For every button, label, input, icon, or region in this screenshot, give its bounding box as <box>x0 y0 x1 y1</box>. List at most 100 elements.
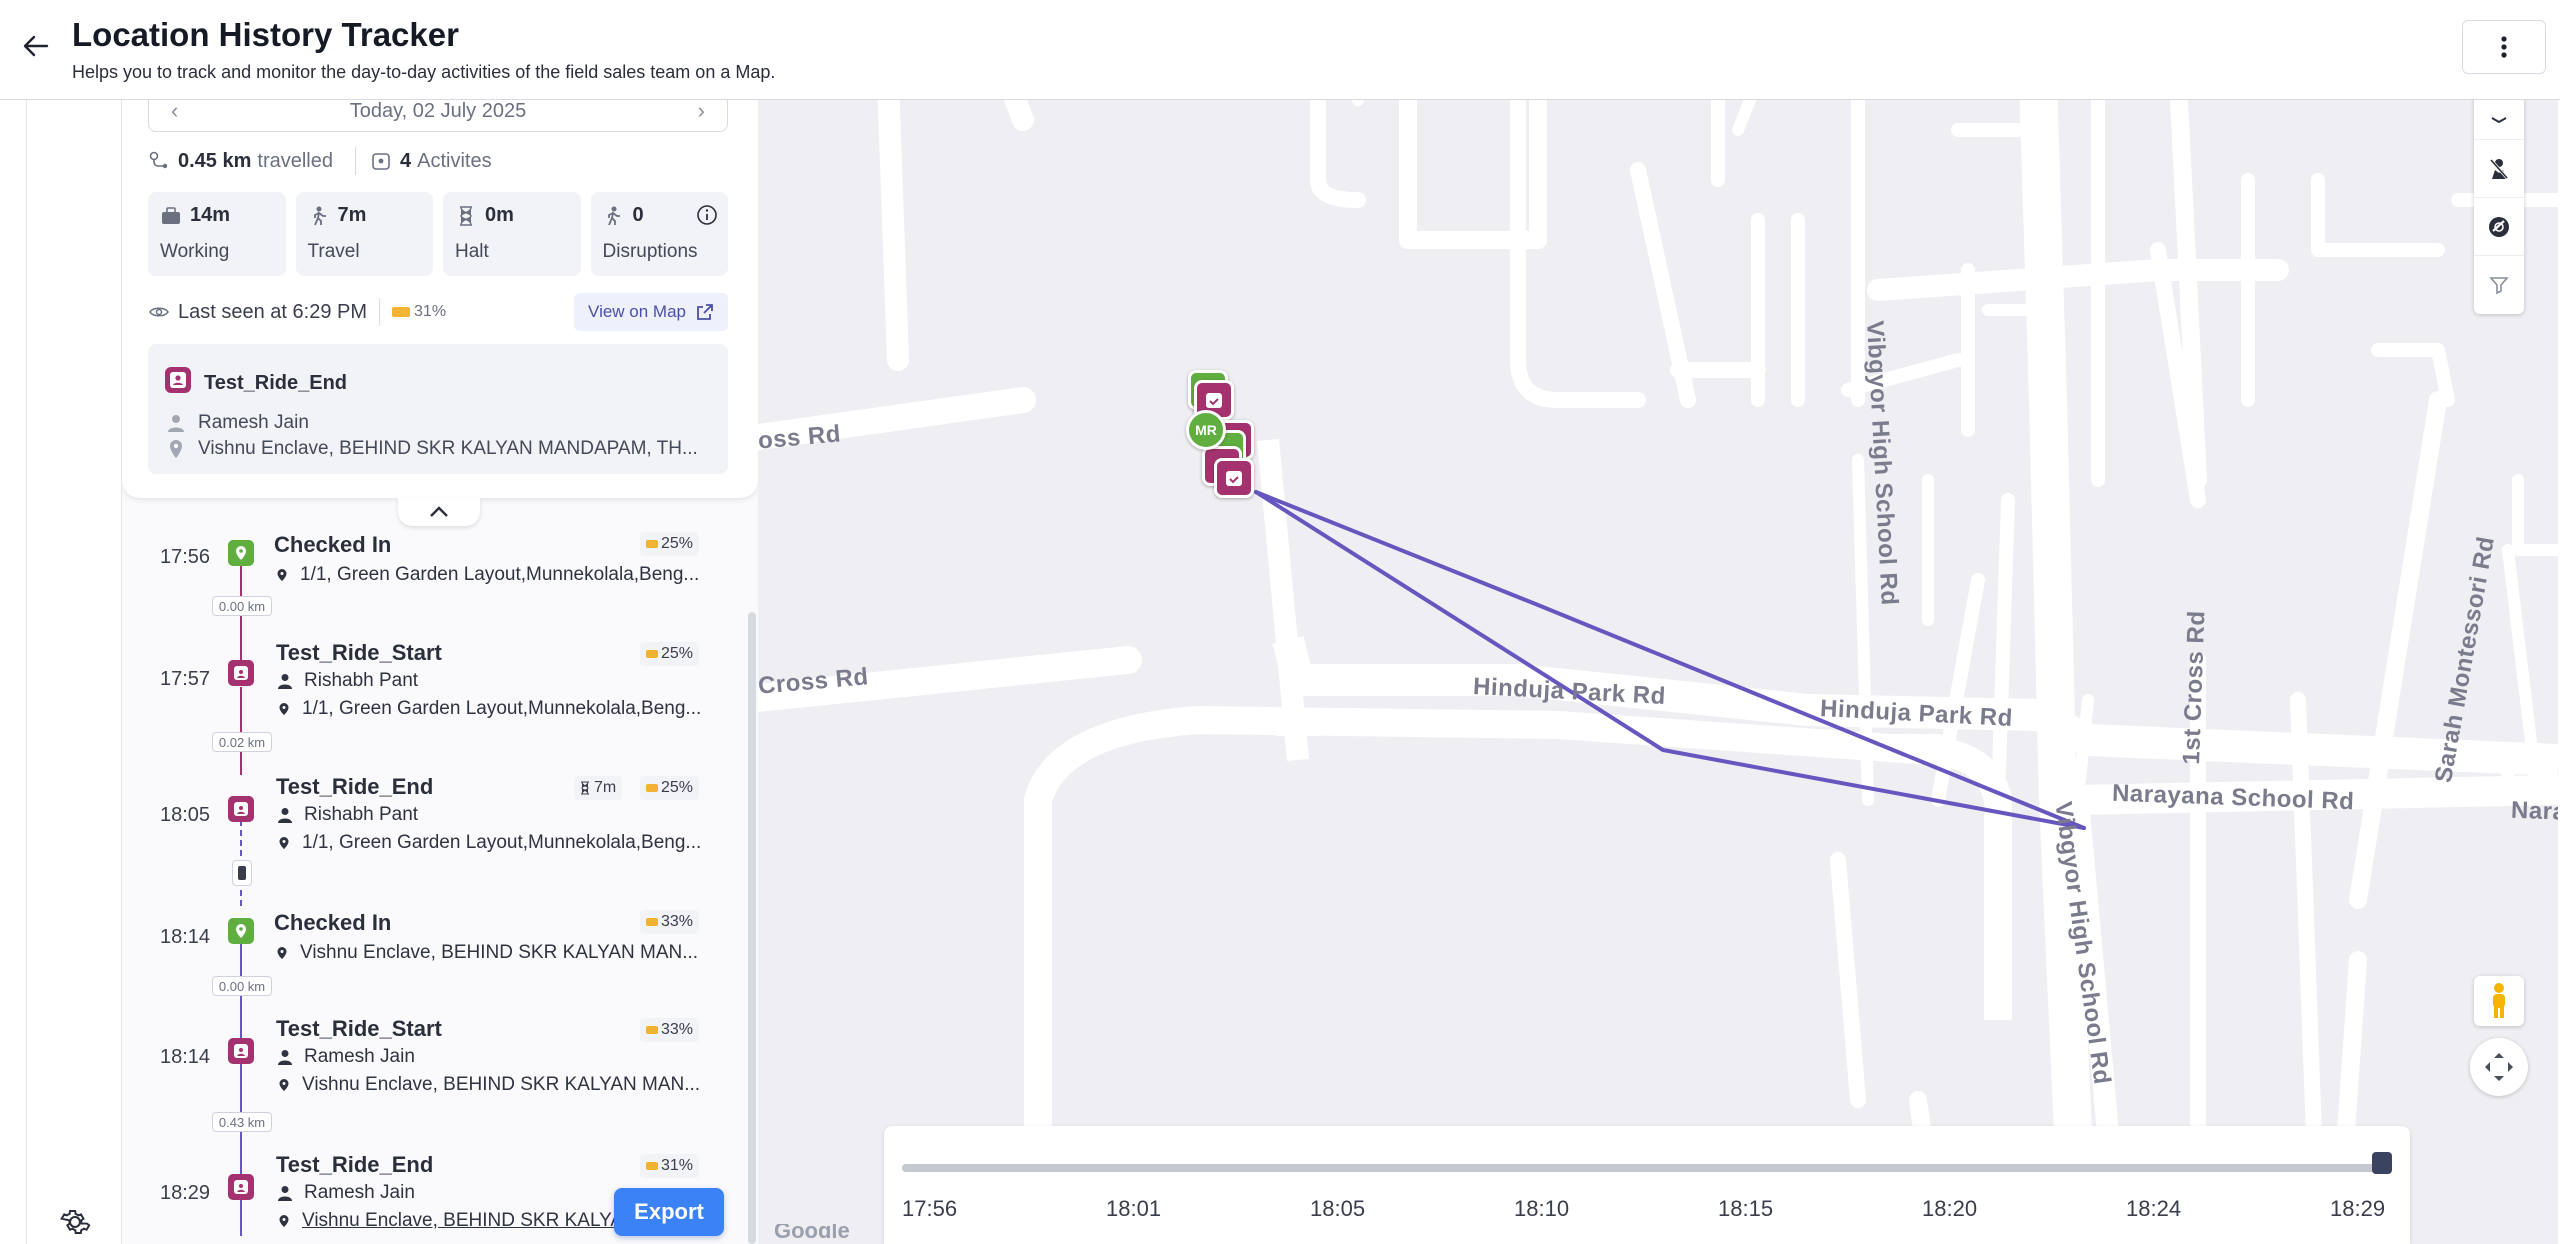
disruptions-value: 0 <box>632 204 644 226</box>
svg-text:Google: Google <box>774 1224 850 1238</box>
timeline-address: 1/1, Green Garden Layout,Munnekolala,Ben… <box>278 698 701 720</box>
timeline-person: Ramesh Jain <box>278 1046 415 1068</box>
kebab-icon <box>2501 36 2507 58</box>
distance-chip: 0.02 km <box>212 732 272 752</box>
hide-user-button[interactable] <box>2474 140 2524 198</box>
gear-icon <box>60 1209 91 1235</box>
timeline-address: 1/1, Green Garden Layout,Munnekolala,Ben… <box>276 564 699 586</box>
halt-label: Halt <box>455 241 489 262</box>
filter-button[interactable] <box>2474 256 2524 314</box>
activity-icon <box>370 150 392 172</box>
view-on-map-button[interactable]: View on Map <box>574 293 728 331</box>
time-slider-thumb[interactable] <box>2372 1152 2392 1174</box>
time-tick: 18:29 <box>2330 1196 2386 1221</box>
info-icon[interactable] <box>696 204 718 231</box>
halt-value: 0m <box>485 204 514 226</box>
more-options-button[interactable] <box>2462 20 2546 74</box>
timeline-title: Checked In <box>274 910 392 935</box>
time-slider-panel: 17:56 18:01 18:05 18:10 18:15 18:20 18:2… <box>884 1126 2410 1244</box>
distance-chip: 0.00 km <box>212 976 272 996</box>
hourglass-icon <box>455 205 477 227</box>
hourglass-icon <box>581 781 589 795</box>
travel-mode-chip <box>232 860 252 886</box>
location-pin-icon <box>170 440 182 458</box>
panel-scrollbar[interactable] <box>748 612 756 1244</box>
date-navigator: ‹ Today, 02 July 2025 › <box>148 100 728 132</box>
route-icon <box>148 150 170 172</box>
pegman-icon <box>2493 983 2505 1018</box>
date-label: Today, 02 July 2025 <box>349 100 527 122</box>
distance-chip: 0.00 km <box>212 596 272 616</box>
distance-chip: 0.43 km <box>212 1112 272 1132</box>
latest-activity-card[interactable]: Test_Ride_End Ramesh Jain Vishnu Enclave… <box>148 344 728 474</box>
disruptions-label: Disruptions <box>602 241 698 262</box>
tile-working: 14m Working <box>148 192 286 276</box>
location-pin-icon <box>279 1079 289 1091</box>
person-icon <box>168 415 184 432</box>
timeline-title: Test_Ride_End <box>276 1152 434 1177</box>
time-tick: 18:10 <box>1514 1196 1570 1221</box>
checkin-icon <box>228 540 254 566</box>
activity-name: Test_Ride_End <box>204 372 347 394</box>
summary-card: ‹ Today, 02 July 2025 › 0.45 km travelle… <box>122 100 758 498</box>
settings-button[interactable] <box>57 1204 93 1240</box>
timeline-connector <box>240 687 242 775</box>
timeline-connector-dashed <box>240 810 242 906</box>
last-seen-row: Last seen at 6:29 PM 31% View on Map <box>148 293 728 331</box>
activity-person-row: Ramesh Jain <box>168 412 309 434</box>
person-icon <box>278 674 292 689</box>
layers-icon <box>2491 116 2507 123</box>
chevron-up-icon <box>430 506 448 517</box>
export-button[interactable]: Export <box>614 1188 724 1236</box>
google-logo: Google <box>774 1218 864 1244</box>
location-pin-icon <box>277 947 287 959</box>
timeline-time: 17:56 <box>160 546 211 568</box>
ride-activity-icon <box>228 1038 254 1064</box>
collapse-summary-button[interactable] <box>398 498 480 526</box>
map-control-group <box>2474 100 2524 314</box>
timeline-title: Test_Ride_Start <box>276 640 442 665</box>
external-link-icon <box>697 304 713 320</box>
map-pan-control[interactable] <box>2470 1038 2528 1096</box>
toggle-layer-button[interactable] <box>2474 198 2524 256</box>
walking-icon <box>308 205 330 227</box>
street-view-button[interactable] <box>2474 976 2524 1026</box>
timeline-address: Vishnu Enclave, BEHIND SKR KALYAN MAN... <box>278 1074 700 1096</box>
map-view[interactable]: oss Rd Cross Rd Vibgyor High School Rd H… <box>758 100 2558 1244</box>
ride-activity-icon <box>228 1174 254 1200</box>
timeline-person: Rishabh Pant <box>278 804 418 826</box>
activities-value: 4 <box>400 149 412 172</box>
stat-tiles: 14m Working 7m Travel 0m Halt 0 Disrupti… <box>148 192 728 276</box>
move-arrows-icon <box>2485 1053 2513 1081</box>
time-tick: 18:20 <box>1922 1196 1978 1221</box>
timeline-person: Ramesh Jain <box>278 1182 415 1204</box>
person-icon <box>278 808 292 823</box>
distance-value: 0.45 km <box>178 149 252 172</box>
timeline-address: Vishnu Enclave, BEHIND SKR KALYA <box>278 1210 623 1232</box>
battery-badge: 25% <box>640 776 700 800</box>
time-slider-track[interactable] <box>902 1164 2392 1172</box>
battery-badge: 33% <box>640 910 700 934</box>
arrow-left-icon <box>23 35 49 57</box>
prev-date-icon[interactable]: ‹ <box>171 100 178 124</box>
user-avatar-marker[interactable]: MR <box>1186 410 1226 450</box>
tile-disruptions: 0 Disruptions <box>590 192 728 276</box>
street-map <box>758 100 2558 1244</box>
working-label: Working <box>160 241 230 262</box>
back-button[interactable] <box>18 28 54 64</box>
battery-badge: 25% <box>640 642 700 666</box>
battery-indicator: 31% <box>392 303 446 321</box>
activity-panel: ‹ Today, 02 July 2025 › 0.45 km travelle… <box>122 100 758 1244</box>
halt-badge: 7m <box>574 776 623 800</box>
battery-badge: 25% <box>640 532 700 556</box>
timeline-time: 18:14 <box>160 926 211 948</box>
time-slider-fill <box>902 1164 2392 1172</box>
page-title: Location History Tracker <box>72 16 459 53</box>
timeline-address: 1/1, Green Garden Layout,Munnekolala,Ben… <box>278 832 701 854</box>
ride-marker[interactable] <box>1214 458 1254 498</box>
google-wordmark-icon: Google <box>774 1218 850 1243</box>
activity-address: Vishnu Enclave, BEHIND SKR KALYAN MANDAP… <box>198 438 698 459</box>
next-date-icon[interactable]: › <box>698 100 705 124</box>
map-layer-button[interactable] <box>2474 100 2524 140</box>
stats-row: 0.45 km travelled 4 Activites <box>148 146 728 176</box>
